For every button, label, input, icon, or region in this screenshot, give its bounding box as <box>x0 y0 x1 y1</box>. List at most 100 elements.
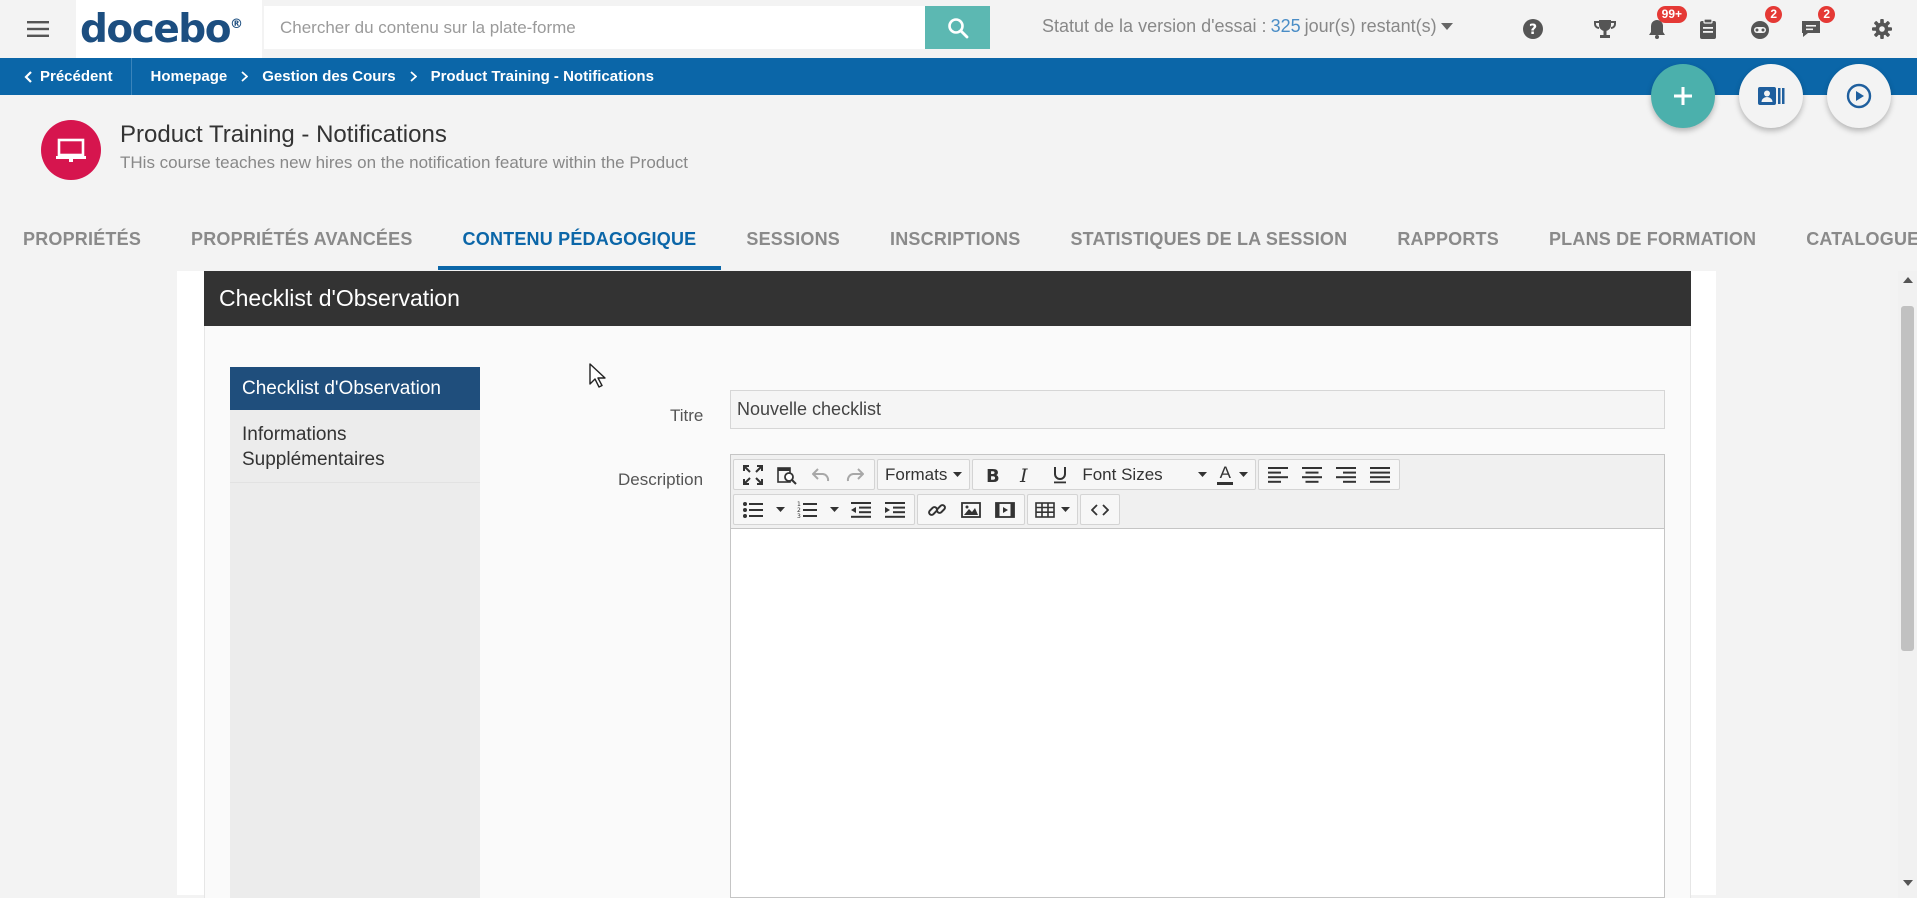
bold-icon[interactable]: B <box>975 460 1009 489</box>
breadcrumb-homepage[interactable]: Homepage <box>151 68 228 85</box>
breadcrumb-course-management[interactable]: Gestion des Cours <box>262 68 395 85</box>
link-icon[interactable] <box>920 495 954 524</box>
caret-down-icon <box>829 506 839 513</box>
outdent-icon[interactable] <box>844 495 878 524</box>
tab-learning-plans[interactable]: PLANS DE FORMATION <box>1524 222 1781 270</box>
caret-down-icon <box>1239 471 1249 478</box>
undo-icon[interactable] <box>804 460 838 489</box>
image-icon[interactable] <box>954 495 988 524</box>
course-thumbnail <box>41 120 101 180</box>
mouse-pointer-icon <box>589 363 607 389</box>
course-card-button[interactable] <box>1739 64 1803 128</box>
side-item-additional-info[interactable]: Informations Supplémentaires <box>230 410 480 483</box>
side-item-checklist[interactable]: Checklist d'Observation <box>230 367 480 410</box>
course-title: Product Training - Notifications <box>120 121 447 148</box>
scroll-up-arrow-icon[interactable] <box>1898 277 1917 289</box>
trophy-icon[interactable] <box>1591 15 1619 43</box>
search-button[interactable] <box>925 6 990 49</box>
text-color-glyph: A <box>1219 463 1232 482</box>
trial-status[interactable]: Statut de la version d'essai : 325 jour(… <box>1042 16 1453 37</box>
trial-status-label: Statut de la version d'essai : <box>1042 16 1267 36</box>
presentation-icon <box>56 137 86 163</box>
tab-advanced-properties[interactable]: PROPRIÉTÉS AVANCÉES <box>166 222 438 270</box>
bell-icon[interactable]: 99+ <box>1643 6 1687 43</box>
back-button[interactable]: Précédent <box>0 58 132 95</box>
tab-reports[interactable]: RAPPORTS <box>1372 222 1524 270</box>
editor-content-area[interactable] <box>731 529 1664 897</box>
svg-text:?: ? <box>1529 22 1537 38</box>
align-right-icon[interactable] <box>1329 460 1363 489</box>
formats-label: Formats <box>885 464 948 484</box>
notifications-badge: 99+ <box>1656 6 1687 23</box>
indent-icon[interactable] <box>878 495 912 524</box>
tab-learning-content[interactable]: CONTENU PÉDAGOGIQUE <box>437 222 722 270</box>
chat-badge: 2 <box>1818 6 1835 23</box>
chevron-left-icon <box>24 70 32 83</box>
tab-enrollments[interactable]: INSCRIPTIONS <box>865 222 1045 270</box>
play-preview-button[interactable] <box>1827 64 1891 128</box>
font-sizes-dropdown[interactable]: Font Sizes <box>1077 460 1212 489</box>
title-label: Titre <box>670 406 704 425</box>
text-color-icon[interactable]: A <box>1212 460 1253 489</box>
align-center-icon[interactable] <box>1295 460 1329 489</box>
bullet-list-dropdown[interactable] <box>770 495 790 524</box>
breadcrumb-label: Gestion des Cours <box>262 68 396 85</box>
help-icon[interactable]: ? <box>1519 15 1547 43</box>
top-bar: docebo® Statut de la version d'essai : 3… <box>0 0 1917 58</box>
logo-text: docebo <box>80 6 232 52</box>
editor-toolbar: Formats B I Font Sizes A 1 2 3 <box>731 455 1664 529</box>
underline-icon[interactable] <box>1043 460 1077 489</box>
breadcrumb-current-course: Product Training - Notifications <box>431 68 654 85</box>
caret-down-icon <box>1440 22 1453 31</box>
search-input[interactable] <box>264 6 925 49</box>
numbered-list-icon[interactable]: 123 <box>790 495 824 524</box>
add-button[interactable] <box>1651 64 1715 128</box>
numbered-list-dropdown[interactable] <box>824 495 844 524</box>
description-label: Description <box>618 470 704 489</box>
chevron-right-icon <box>409 71 417 82</box>
fullscreen-icon[interactable] <box>736 460 770 489</box>
trial-days: 325 <box>1270 16 1301 36</box>
page-scrollbar[interactable] <box>1898 271 1917 898</box>
chat-icon[interactable]: 2 <box>1797 6 1835 43</box>
clipboard-icon[interactable] <box>1694 15 1722 43</box>
description-editor: Formats B I Font Sizes A 1 2 3 <box>730 454 1665 898</box>
tab-properties[interactable]: PROPRIÉTÉS <box>0 222 166 270</box>
bot-chat-icon[interactable]: 2 <box>1746 6 1782 43</box>
caret-down-icon <box>1061 506 1070 513</box>
logo[interactable]: docebo® <box>76 0 262 58</box>
trial-suffix: jour(s) restant(s) <box>1304 16 1437 36</box>
redo-icon[interactable] <box>838 460 872 489</box>
tab-session-statistics[interactable]: STATISTIQUES DE LA SESSION <box>1045 222 1372 270</box>
tab-catalogs[interactable]: CATALOGUES <box>1781 222 1917 270</box>
caret-down-icon <box>953 471 963 478</box>
tab-sessions[interactable]: SESSIONS <box>721 222 865 270</box>
align-justify-icon[interactable] <box>1363 460 1397 489</box>
back-label: Précédent <box>40 68 113 85</box>
table-icon[interactable] <box>1030 495 1075 524</box>
logo-mark: ® <box>230 16 243 32</box>
caret-down-icon <box>1198 471 1208 478</box>
scroll-thumb[interactable] <box>1901 306 1914 651</box>
play-circle-icon <box>1846 83 1872 109</box>
font-sizes-label: Font Sizes <box>1082 464 1163 484</box>
bullet-list-icon[interactable] <box>736 495 770 524</box>
breadcrumb-label: Product Training - Notifications <box>430 68 654 85</box>
plus-icon <box>1672 85 1694 107</box>
italic-icon[interactable]: I <box>1009 460 1043 489</box>
align-left-icon[interactable] <box>1261 460 1295 489</box>
source-code-icon[interactable] <box>1083 495 1117 524</box>
bot-chat-badge: 2 <box>1765 6 1782 23</box>
menu-icon[interactable] <box>24 16 52 42</box>
course-description: THis course teaches new hires on the not… <box>120 153 688 172</box>
id-card-icon <box>1757 85 1785 107</box>
scroll-down-arrow-icon[interactable] <box>1898 880 1917 892</box>
preview-icon[interactable] <box>770 460 804 489</box>
media-icon[interactable] <box>988 495 1022 524</box>
svg-text:I: I <box>1019 466 1028 484</box>
caret-down-icon <box>775 506 785 513</box>
title-input[interactable] <box>730 390 1665 429</box>
formats-dropdown[interactable]: Formats <box>880 460 967 489</box>
gear-icon[interactable] <box>1868 15 1896 43</box>
svg-text:B: B <box>986 466 999 484</box>
